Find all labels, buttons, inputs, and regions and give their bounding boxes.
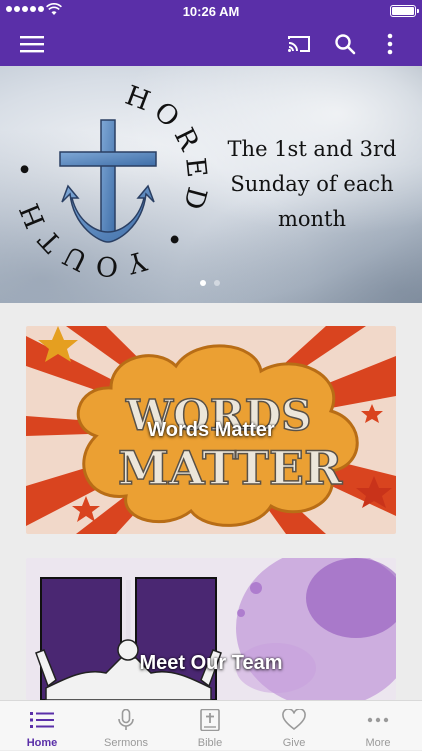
menu-button[interactable]	[18, 30, 46, 58]
status-bar: 10:26 AM	[0, 0, 422, 22]
tab-label: Sermons	[103, 737, 149, 749]
tab-label: Home	[26, 737, 58, 749]
anchored-youth-logo: ANCHORED • YOUTH •	[0, 66, 206, 282]
card-title: Meet Our Team	[139, 652, 283, 674]
carousel-dot[interactable]	[214, 280, 220, 286]
tab-give[interactable]: Give	[252, 701, 336, 751]
app-bar	[0, 22, 422, 66]
cast-icon	[288, 36, 310, 52]
tab-label: More	[365, 737, 391, 749]
tab-sermons[interactable]: Sermons	[84, 701, 168, 751]
search-button[interactable]	[331, 30, 359, 58]
bottom-tab-bar: Home Sermons Bible Give More	[0, 700, 422, 750]
microphone-icon	[118, 709, 134, 730]
tab-label: Bible	[197, 737, 223, 749]
list-icon	[30, 712, 54, 728]
content-card-words-matter[interactable]: WORDS MATTER Words Matter	[26, 326, 396, 534]
heart-icon	[282, 709, 306, 731]
carousel-dot-active[interactable]	[200, 280, 206, 286]
hero-tagline: The 1st and 3rd Sunday of each month	[227, 137, 397, 231]
tab-home[interactable]: Home	[0, 701, 84, 751]
status-time: 10:26 AM	[182, 4, 240, 19]
tab-bible[interactable]: Bible	[168, 701, 252, 751]
more-horizontal-icon	[367, 717, 389, 723]
bible-icon	[200, 709, 220, 731]
card-artwork	[35, 558, 396, 700]
hero-banner[interactable]: ANCHORED • YOUTH • The 1st and 3rd Sunda…	[0, 66, 422, 303]
card-title: Words Matter	[147, 419, 275, 441]
more-vertical-icon	[387, 33, 393, 55]
tab-label: Give	[282, 737, 306, 749]
card-art-text-line2: MATTER	[118, 441, 343, 495]
cast-button[interactable]	[285, 30, 313, 58]
tab-more[interactable]: More	[336, 701, 420, 751]
more-options-button[interactable]	[376, 30, 404, 58]
search-icon	[335, 34, 356, 55]
battery-icon	[390, 5, 419, 17]
menu-icon	[20, 36, 44, 53]
content-card-meet-our-team[interactable]: Meet Our Team	[26, 558, 396, 700]
